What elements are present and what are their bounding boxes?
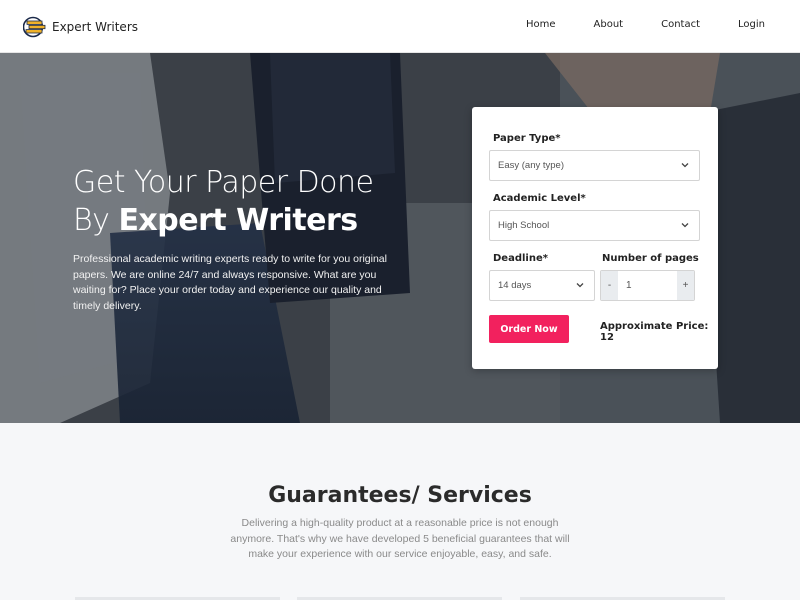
- main-nav: Home About Contact Login: [488, 19, 765, 30]
- chevron-down-icon: [681, 163, 689, 168]
- paper-type-value: Easy (any type): [498, 160, 564, 171]
- deadline-select[interactable]: 14 days: [489, 270, 595, 301]
- paper-type-label: Paper Type*: [493, 133, 561, 144]
- guarantees-title: Guarantees/ Services: [268, 483, 532, 508]
- order-form-card: Paper Type* Easy (any type) Academic Lev…: [472, 107, 718, 369]
- hero-section: Get Your Paper Done By Expert Writers Pr…: [0, 53, 800, 423]
- site-header: Expert Writers Home About Contact Login: [0, 0, 800, 53]
- approximate-price: Approximate Price: 12: [600, 321, 709, 343]
- paper-type-select[interactable]: Easy (any type): [489, 150, 700, 181]
- nav-contact-link[interactable]: Contact: [661, 19, 700, 30]
- academic-level-select[interactable]: High School: [489, 210, 700, 241]
- chevron-down-icon: [681, 223, 689, 228]
- books-logo-icon: [22, 16, 47, 38]
- nav-about-link[interactable]: About: [594, 19, 624, 30]
- nav-home-link[interactable]: Home: [526, 19, 556, 30]
- deadline-label: Deadline*: [493, 253, 548, 264]
- pages-decrement-button[interactable]: -: [601, 271, 618, 300]
- guarantees-description: Delivering a high-quality product at a r…: [230, 517, 570, 560]
- hero-title-strong: Expert Writers: [118, 203, 358, 238]
- hero-title-prefix: By: [73, 203, 119, 238]
- pages-stepper: - 1 +: [600, 270, 695, 301]
- nav-login-link[interactable]: Login: [738, 19, 765, 30]
- brand-name: Expert Writers: [52, 20, 139, 34]
- academic-level-label: Academic Level*: [493, 193, 586, 204]
- pages-label: Number of pages: [602, 253, 699, 264]
- hero-description: Professional academic writing experts re…: [73, 253, 387, 312]
- brand-logo[interactable]: Expert Writers: [22, 16, 139, 38]
- chevron-down-icon: [576, 283, 584, 288]
- pages-increment-button[interactable]: +: [677, 271, 694, 300]
- hero-title-line1: Get Your Paper Done: [73, 165, 374, 200]
- pages-input[interactable]: 1: [618, 271, 677, 300]
- deadline-value: 14 days: [498, 280, 532, 291]
- hero-title: Get Your Paper Done By Expert Writers: [73, 164, 433, 240]
- academic-level-value: High School: [498, 220, 550, 231]
- guarantees-section: Guarantees/ Services Delivering a high-q…: [0, 423, 800, 600]
- order-now-button[interactable]: Order Now: [489, 315, 569, 343]
